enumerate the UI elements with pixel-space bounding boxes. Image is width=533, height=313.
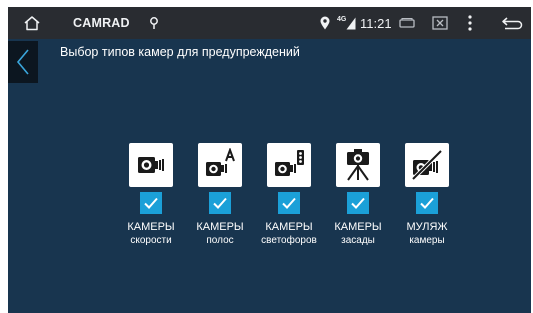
camera-type-label: МУЛЯЖ [406,221,448,233]
camera-type-sublabel: камеры [409,235,445,246]
network-label: 4G [337,15,347,23]
page-title: Выбор типов камер для предупреждений [60,45,300,59]
signal-icon: 4G [337,7,356,39]
camera-type-ambush[interactable]: КАМЕРЫ засады [325,143,391,253]
lane-camera-icon [198,143,242,187]
speed-camera-icon [129,143,173,187]
chevron-left-icon[interactable] [8,41,38,83]
ambush-camera-checkbox[interactable] [347,192,369,214]
camera-type-lane[interactable]: КАМЕРЫ полос [187,143,253,253]
screen: CAMRAD 4G 11:21 Выбор типов камер для пр… [8,7,531,313]
traffic-light-camera-icon [267,143,311,187]
home-icon[interactable] [23,7,41,39]
back-arrow-icon[interactable] [501,7,523,39]
camera-type-speed[interactable]: КАМЕРЫ скорости [118,143,184,253]
app-title: CAMRAD [73,16,130,30]
menu-icon[interactable] [468,7,472,39]
screenshot-icon[interactable] [432,7,448,39]
traffic-light-camera-checkbox[interactable] [278,192,300,214]
fake-camera-icon [405,143,449,187]
gps-icon [320,7,330,39]
camera-type-dummy[interactable]: МУЛЯЖ камеры [394,143,460,253]
clock: 11:21 [360,15,392,31]
location-pin-icon [149,7,159,39]
dummy-camera-checkbox[interactable] [416,192,438,214]
window-icon[interactable] [399,7,415,39]
speed-camera-checkbox[interactable] [140,192,162,214]
status-bar: CAMRAD 4G 11:21 [8,7,531,39]
tripod-camera-icon [336,143,380,187]
lane-camera-checkbox[interactable] [209,192,231,214]
camera-type-traffic-light[interactable]: КАМЕРЫ светофоров [256,143,322,253]
